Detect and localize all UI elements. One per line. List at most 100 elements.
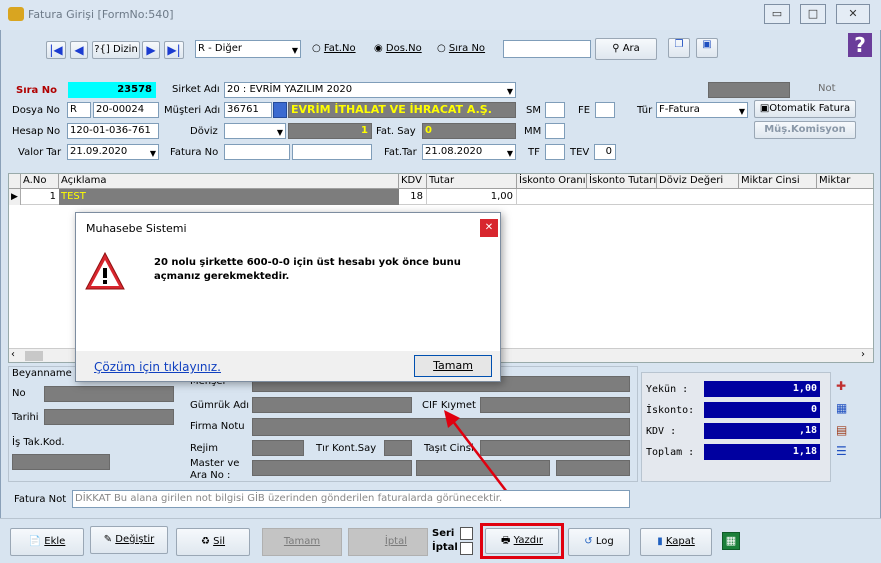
- search-button[interactable]: ⚲ Ara: [595, 38, 657, 60]
- dialog-message-line2: açmanız gerekmektedir.: [154, 271, 290, 282]
- copy-icon[interactable]: ❐: [668, 38, 690, 58]
- scroll-right-icon[interactable]: ›: [861, 349, 865, 360]
- dialog-ok-button[interactable]: Tamam: [414, 355, 492, 377]
- kapat-button[interactable]: ▮ Kapat: [640, 528, 712, 556]
- dosya-no-field[interactable]: 20-00024: [93, 102, 159, 118]
- help-button[interactable]: ?: [848, 33, 872, 57]
- musteri-name-field: EVRİM İTHALAT VE İHRACAT A.Ş.: [288, 102, 516, 118]
- seri-label: Seri: [432, 528, 455, 539]
- sm-field[interactable]: [545, 102, 565, 118]
- col-tutar[interactable]: Tutar: [427, 174, 517, 188]
- error-dialog: Muhasebe Sistemi ✕ 20 nolu şirkette 600-…: [75, 212, 501, 382]
- document-icon[interactable]: ▣: [696, 38, 718, 58]
- col-iskonto-orani[interactable]: İskonto Oranı: [517, 174, 587, 188]
- log-button[interactable]: ↺ Log: [568, 528, 630, 556]
- scroll-left-icon[interactable]: ‹: [11, 349, 15, 360]
- radio-fatno[interactable]: ○ Fat.No: [312, 43, 356, 54]
- dialog-close-button[interactable]: ✕: [480, 219, 498, 237]
- valor-tar-field[interactable]: 21.09.2020 ▼: [67, 144, 159, 160]
- yazdir-button[interactable]: 🖶 Yazdır: [485, 528, 559, 554]
- tf-field[interactable]: [545, 144, 565, 160]
- close-window-button[interactable]: ✕: [836, 4, 870, 24]
- col-kdv[interactable]: KDV: [399, 174, 427, 188]
- col-iskonto-tutari[interactable]: İskonto Tutarı: [587, 174, 657, 188]
- mm-field[interactable]: [545, 123, 565, 139]
- kdv-label: KDV :: [646, 426, 677, 437]
- dialog-message-line1: 20 nolu şirkette 600-0-0 için üst hesabı…: [154, 257, 461, 268]
- beyanname-label: Beyanname: [12, 368, 72, 379]
- col-aciklama[interactable]: Açıklama: [59, 174, 399, 188]
- edit-icon: ✎: [103, 534, 113, 545]
- radio-sirano[interactable]: ○ Sıra No: [437, 43, 485, 54]
- otomatik-fatura-label: Otomatik Fatura: [769, 103, 851, 114]
- cell-kdv[interactable]: 18: [399, 189, 427, 205]
- filter-combo[interactable]: R - Diğer ▼: [195, 40, 301, 58]
- otomatik-fatura-button[interactable]: ▣Otomatik Fatura: [754, 100, 856, 118]
- degistir-button[interactable]: ✎ Değiştir: [90, 526, 168, 554]
- valor-tar-label: Valor Tar: [18, 147, 62, 158]
- tamam-button[interactable]: Tamam: [262, 528, 342, 556]
- iptal-label: İptal: [384, 536, 407, 547]
- cell-a-no[interactable]: 1: [21, 189, 59, 205]
- minimize-button[interactable]: ▭: [764, 4, 790, 24]
- iptal-button[interactable]: İptal: [348, 528, 428, 556]
- prev-record-button[interactable]: ◀: [70, 41, 88, 59]
- doviz-combo[interactable]: ▼: [224, 123, 286, 139]
- fatura-not-input[interactable]: DİKKAT Bu alana girilen not bilgisi GİB …: [72, 490, 630, 508]
- printer-icon: 🖶: [501, 535, 511, 546]
- dizin-button[interactable]: ?{] Dizin: [92, 41, 140, 59]
- list-icon[interactable]: ☰: [836, 444, 850, 458]
- radio-dosno[interactable]: ◉ Dos.No: [374, 43, 422, 54]
- cell-aciklama[interactable]: TEST: [59, 189, 399, 205]
- fat-tar-field[interactable]: 21.08.2020 ▼: [422, 144, 516, 160]
- musteri-code-field[interactable]: 36761: [224, 102, 272, 118]
- recycle-bin-icon: ♻: [200, 536, 210, 547]
- mus-komisyon-button[interactable]: Müş.Komisyon: [754, 121, 856, 139]
- grid-header: A.No Açıklama KDV Tutar İskonto Oranı İs…: [9, 174, 873, 189]
- maximize-button[interactable]: □: [800, 4, 826, 24]
- master-label-2: Ara No :: [190, 470, 231, 481]
- master-field-1: [252, 460, 412, 476]
- hesap-no-field[interactable]: 120-01-036-761: [67, 123, 159, 139]
- fatura-no-field[interactable]: [224, 144, 290, 160]
- last-record-button[interactable]: ▶|: [164, 41, 184, 59]
- col-doviz-degeri[interactable]: Döviz Değeri: [657, 174, 739, 188]
- invoice-icon: ▣: [759, 103, 770, 114]
- col-miktar-cinsi[interactable]: Miktar Cinsi: [739, 174, 817, 188]
- fe-field[interactable]: [595, 102, 615, 118]
- calculator-icon[interactable]: ▦: [722, 532, 740, 550]
- beyanname-no-label: No: [12, 388, 26, 399]
- cell-tutar[interactable]: 1,00: [427, 189, 517, 205]
- not-field: [708, 82, 790, 98]
- lookup-icon[interactable]: [273, 102, 287, 118]
- tev-field[interactable]: 0: [594, 144, 616, 160]
- iskonto-value: 0: [704, 402, 820, 418]
- ekle-button[interactable]: 📄 Ekle: [10, 528, 84, 556]
- scroll-thumb[interactable]: [25, 351, 43, 361]
- seri-checkbox[interactable]: [460, 527, 473, 540]
- cozum-link[interactable]: Çözüm için tıklayınız.: [94, 360, 221, 374]
- first-record-button[interactable]: |◀: [46, 41, 66, 59]
- col-miktar[interactable]: Miktar: [817, 174, 873, 188]
- add-note-icon[interactable]: ✚: [836, 379, 850, 393]
- sil-button[interactable]: ♻ Sil: [176, 528, 250, 556]
- doviz-rate-field: 1: [288, 123, 372, 139]
- book-icon[interactable]: ▤: [836, 423, 850, 437]
- col-a-no[interactable]: A.No: [21, 174, 59, 188]
- dialog-titlebar: Muhasebe Sistemi ✕: [76, 213, 500, 243]
- iptal-checkbox[interactable]: [460, 542, 473, 555]
- title-bar: Fatura Girişi [FormNo:540] ▭ □ ✕: [0, 0, 881, 30]
- next-record-button[interactable]: ▶: [142, 41, 160, 59]
- table-row[interactable]: ▶ 1 TEST 18 1,00: [9, 189, 873, 205]
- toplam-label: Toplam :: [646, 447, 695, 458]
- dosya-no-prefix[interactable]: R: [67, 102, 91, 118]
- sirket-combo[interactable]: 20 : EVRİM YAZILIM 2020 ▼: [224, 82, 516, 98]
- musteri-adi-label: Müşteri Adı: [164, 105, 221, 116]
- tur-combo[interactable]: F-Fatura ▼: [656, 102, 748, 118]
- search-icon: ⚲: [612, 43, 620, 54]
- fatura-no-field-2[interactable]: [292, 144, 372, 160]
- radio-fatno-label: Fat.No: [323, 43, 356, 54]
- search-input[interactable]: [503, 40, 591, 58]
- grid-icon[interactable]: ▦: [836, 401, 850, 415]
- tur-label: Tür: [637, 105, 653, 116]
